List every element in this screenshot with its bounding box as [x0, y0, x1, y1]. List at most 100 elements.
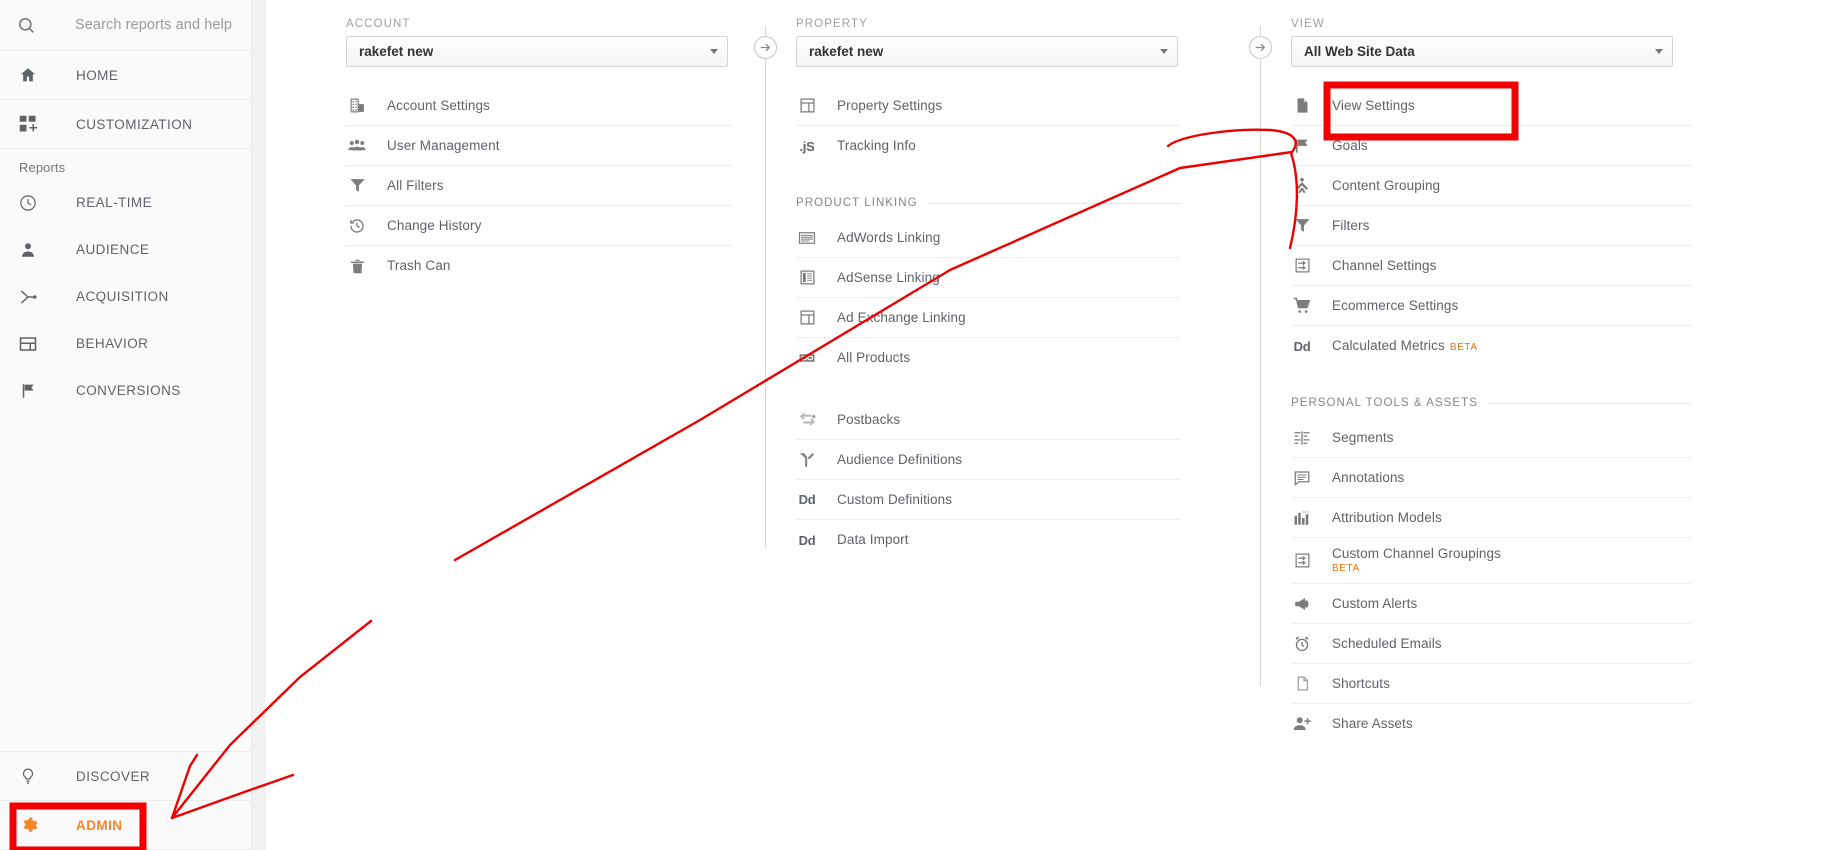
menu-item-scheduled-emails[interactable]: Scheduled Emails	[1291, 624, 1691, 664]
view-select-value: All Web Site Data	[1304, 44, 1415, 59]
link-icon	[796, 349, 818, 367]
person-add-icon	[1291, 715, 1313, 733]
person-icon	[19, 241, 43, 259]
menu-item-segments[interactable]: Segments	[1291, 418, 1691, 458]
postbacks-icon	[796, 410, 818, 429]
menu-item-calculated-metrics[interactable]: Dd Calculated Metrics BETA	[1291, 326, 1691, 366]
menu-item-goals[interactable]: Goals	[1291, 126, 1691, 166]
view-menu-list: View Settings Goals Content Grouping Fil…	[1291, 86, 1691, 366]
account-select[interactable]: rakefet new	[346, 36, 728, 67]
adexchange-icon	[796, 309, 818, 326]
menu-item-adwords-linking[interactable]: AdWords Linking	[796, 218, 1181, 258]
personal-tools-group-header: PERSONAL TOOLS & ASSETS	[1291, 392, 1691, 414]
menu-item-ecommerce-settings[interactable]: Ecommerce Settings	[1291, 286, 1691, 326]
sidebar-item-admin[interactable]: ADMIN	[0, 801, 251, 850]
menu-item-channel-settings[interactable]: Channel Settings	[1291, 246, 1691, 286]
menu-item-label: Custom Channel Groupings BETA	[1332, 546, 1501, 574]
sidebar-item-conversions[interactable]: CONVERSIONS	[0, 367, 251, 414]
view-column-header: VIEW	[1291, 18, 1325, 30]
sidebar-item-label: CUSTOMIZATION	[76, 116, 193, 132]
sidebar-item-acquisition[interactable]: ACQUISITION	[0, 273, 251, 320]
menu-item-label: Annotations	[1332, 469, 1405, 485]
menu-item-label: Goals	[1332, 137, 1368, 153]
js-icon: .jS	[799, 138, 815, 154]
product-linking-group-header: PRODUCT LINKING	[796, 192, 1181, 214]
account-menu-list: Account Settings User Management All Fil…	[346, 86, 731, 286]
menu-item-label: Shortcuts	[1332, 675, 1390, 691]
menu-item-postbacks[interactable]: Postbacks	[796, 400, 1181, 440]
menu-item-annotations[interactable]: Annotations	[1291, 458, 1691, 498]
sidebar-item-label: ADMIN	[76, 817, 123, 833]
menu-item-property-settings[interactable]: Property Settings	[796, 86, 1181, 126]
menu-item-label: Custom Definitions	[837, 491, 953, 507]
search-icon	[17, 16, 45, 35]
view-column: VIEW All Web Site Data View Settings Goa…	[1256, 0, 1776, 850]
menu-item-view-settings[interactable]: View Settings	[1291, 86, 1691, 126]
gear-icon	[19, 816, 43, 835]
menu-item-all-filters[interactable]: All Filters	[346, 166, 731, 206]
menu-item-trash-can[interactable]: Trash Can	[346, 246, 731, 286]
menu-item-label: AdWords Linking	[837, 229, 941, 245]
building-icon	[346, 97, 368, 114]
menu-item-tracking-info[interactable]: .jS Tracking Info	[796, 126, 1181, 166]
menu-item-label: Segments	[1332, 429, 1394, 445]
view-select[interactable]: All Web Site Data	[1291, 36, 1673, 67]
page-layout-icon	[796, 97, 818, 114]
sidebar-item-behavior[interactable]: BEHAVIOR	[0, 320, 251, 367]
menu-item-label: View Settings	[1332, 97, 1415, 113]
menu-item-audience-definitions[interactable]: Audience Definitions	[796, 440, 1181, 480]
sidebar-item-real-time[interactable]: REAL-TIME	[0, 179, 251, 226]
menu-item-share-assets[interactable]: Share Assets	[1291, 704, 1691, 744]
product-linking-list: AdWords Linking AdSense Linking Ad Excha…	[796, 218, 1181, 378]
menu-item-shortcuts[interactable]: Shortcuts	[1291, 664, 1691, 704]
menu-item-user-management[interactable]: User Management	[346, 126, 731, 166]
search-bar[interactable]: Search reports and help	[0, 0, 251, 51]
sidebar-item-home[interactable]: HOME	[0, 51, 251, 100]
menu-item-content-grouping[interactable]: Content Grouping	[1291, 166, 1691, 206]
sidebar-item-label: AUDIENCE	[76, 242, 150, 257]
menu-item-label: Tracking Info	[837, 138, 916, 154]
personal-tools-list: Segments Annotations Attribution Models …	[1291, 418, 1691, 744]
document-icon	[1291, 97, 1313, 114]
admin-main-area: ACCOUNT rakefet new Account Settings Use…	[252, 0, 1825, 850]
sidebar-item-customization[interactable]: CUSTOMIZATION	[0, 100, 251, 149]
menu-item-custom-alerts[interactable]: Custom Alerts	[1291, 584, 1691, 624]
behavior-icon	[19, 335, 43, 353]
menu-item-attribution-models[interactable]: Attribution Models	[1291, 498, 1691, 538]
funnel-icon	[346, 177, 368, 194]
menu-item-label: Audience Definitions	[837, 451, 963, 467]
product-linking-label: PRODUCT LINKING	[796, 197, 918, 209]
sidebar-item-audience[interactable]: AUDIENCE	[0, 226, 251, 273]
menu-item-adsense-linking[interactable]: AdSense Linking	[796, 258, 1181, 298]
annotation-icon	[1291, 469, 1313, 487]
menu-item-data-import[interactable]: Dd Data Import	[796, 520, 1181, 560]
customization-icon	[19, 115, 43, 133]
adsense-icon	[796, 269, 818, 286]
menu-item-filters[interactable]: Filters	[1291, 206, 1691, 246]
account-column: ACCOUNT rakefet new Account Settings Use…	[266, 0, 777, 850]
menu-item-label: Ecommerce Settings	[1332, 297, 1459, 313]
funnel-icon	[1291, 217, 1313, 234]
sidebar-item-discover[interactable]: DISCOVER	[0, 752, 251, 801]
personal-tools-label: PERSONAL TOOLS & ASSETS	[1291, 397, 1478, 409]
menu-item-all-products[interactable]: All Products	[796, 338, 1181, 378]
property-select[interactable]: rakefet new	[796, 36, 1178, 67]
menu-item-custom-definitions[interactable]: Dd Custom Definitions	[796, 480, 1181, 520]
sidebar-item-label: ACQUISITION	[76, 289, 169, 304]
menu-item-label: Content Grouping	[1332, 177, 1441, 193]
menu-item-label: All Products	[837, 350, 911, 366]
dd-icon: Dd	[798, 492, 816, 507]
menu-item-label: Scheduled Emails	[1332, 635, 1442, 651]
chevron-down-icon	[1655, 49, 1663, 54]
channel-icon	[1291, 257, 1313, 274]
divider-line	[1487, 402, 1691, 404]
list-gap	[796, 378, 1256, 400]
menu-item-custom-channel-groupings[interactable]: Custom Channel Groupings BETA	[1291, 538, 1691, 584]
menu-item-label: Channel Settings	[1332, 257, 1437, 273]
menu-item-ad-exchange-linking[interactable]: Ad Exchange Linking	[796, 298, 1181, 338]
menu-item-change-history[interactable]: Change History	[346, 206, 731, 246]
property-menu-list: Property Settings .jS Tracking Info	[796, 86, 1181, 166]
menu-item-label: Account Settings	[387, 97, 490, 113]
dd-icon: Dd	[798, 532, 816, 548]
menu-item-account-settings[interactable]: Account Settings	[346, 86, 731, 126]
